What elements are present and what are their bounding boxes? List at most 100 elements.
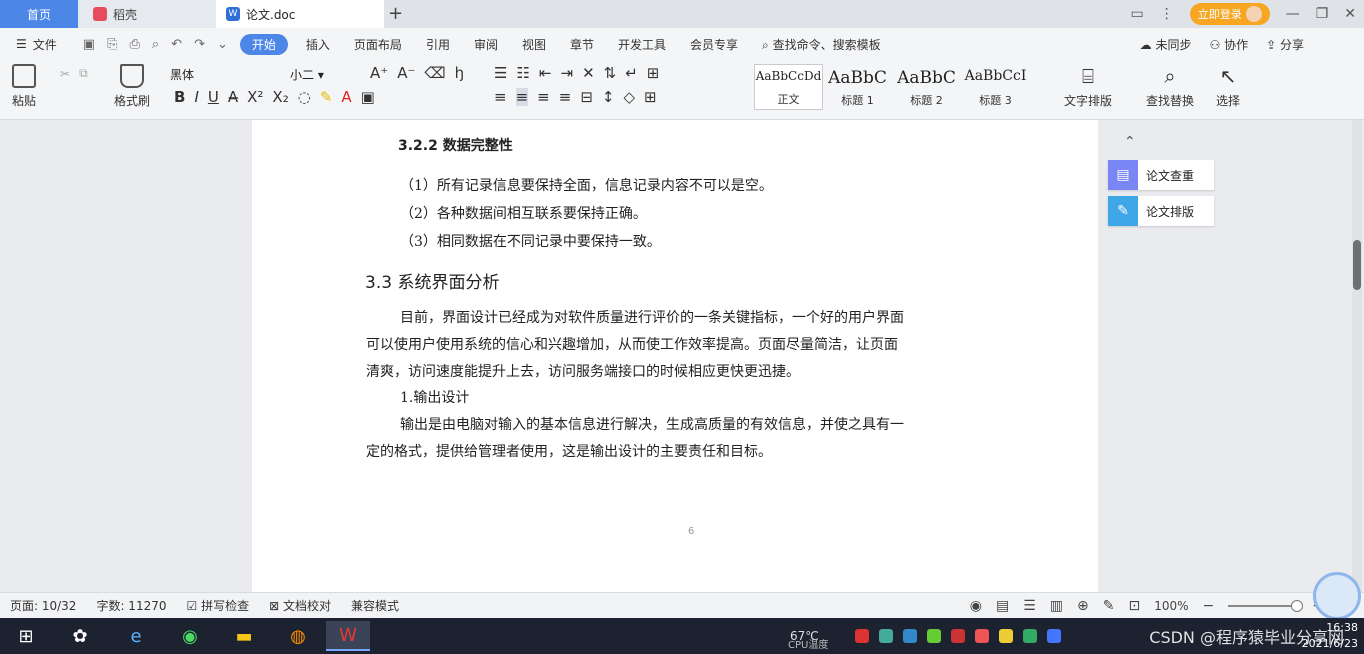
align-center-icon[interactable]: ≡ <box>515 88 529 106</box>
save-icon[interactable]: ▣ <box>83 37 95 52</box>
close-icon[interactable]: ✕ <box>1344 6 1356 22</box>
eye-icon[interactable]: ◉ <box>970 598 982 614</box>
undo-icon[interactable]: ↶ <box>171 37 182 52</box>
print-icon[interactable]: ⎙ <box>129 37 139 52</box>
page-view-icon[interactable]: ▤ <box>996 598 1009 614</box>
style-heading-1[interactable]: AaBbC 标题 1 <box>823 64 892 110</box>
tab-member[interactable]: 会员专享 <box>682 36 746 53</box>
grow-font-icon[interactable]: A⁺ <box>370 64 388 82</box>
zoom-slider-knob[interactable] <box>1291 600 1304 612</box>
borders-icon[interactable]: ⊞ <box>644 88 657 106</box>
login-button[interactable]: 立即登录 <box>1189 3 1270 25</box>
fit-page-icon[interactable]: ⊡ <box>1128 598 1140 614</box>
web-view-icon[interactable]: ⊕ <box>1077 598 1089 614</box>
floating-assistant-button[interactable] <box>1313 572 1361 620</box>
export-pdf-icon[interactable]: ⎘ <box>107 37 117 52</box>
align-left-icon[interactable]: ≡ <box>494 88 507 106</box>
tab-stops-icon[interactable]: ⊞ <box>647 64 660 82</box>
scrollbar-thumb[interactable] <box>1353 240 1361 290</box>
align-right-icon[interactable]: ≡ <box>537 88 550 106</box>
style-normal[interactable]: AaBbCcDd 正文 <box>754 64 823 110</box>
zoom-slider[interactable] <box>1228 600 1304 612</box>
zoom-level[interactable]: 100% <box>1154 599 1188 613</box>
spell-check-button[interactable]: ☑ 拼写检查 <box>177 597 260 614</box>
minimize-icon[interactable]: — <box>1286 6 1300 22</box>
app-icon[interactable]: ✿ <box>58 621 102 651</box>
start-icon[interactable]: ⊞ <box>4 621 48 651</box>
find-replace-button[interactable]: ⌕ 查找替换 <box>1146 64 1194 109</box>
paper-check-button[interactable]: ▤ 论文查重 <box>1108 160 1214 190</box>
indent-icon[interactable]: ⇥ <box>560 64 573 82</box>
clock[interactable]: 16:38 2021/6/23 <box>1302 620 1358 652</box>
outdent-icon[interactable]: ⇤ <box>539 64 552 82</box>
document-page[interactable]: 3.2.2 数据完整性 （1）所有记录信息要保持全面，信息记录内容不可以是空。 … <box>252 120 1098 592</box>
outline-view-icon[interactable]: ☰ <box>1023 598 1036 614</box>
tab-page-layout[interactable]: 页面布局 <box>346 36 410 53</box>
strikethrough-icon[interactable]: A̶ <box>228 88 238 106</box>
new-tab-button[interactable]: + <box>388 3 403 24</box>
text-effect-icon[interactable]: ◌ <box>298 88 311 106</box>
eraser-icon[interactable]: ⌫ <box>424 64 445 82</box>
tab-document[interactable]: W 论文.doc <box>216 0 384 28</box>
tab-docer[interactable]: 稻壳 <box>79 0 216 28</box>
app-icon[interactable]: ◍ <box>276 621 320 651</box>
file-menu[interactable]: ☰ 文件 <box>0 36 71 53</box>
copy-icon[interactable]: ⧉ <box>79 66 88 81</box>
restore-icon[interactable]: ❐ <box>1316 6 1329 22</box>
bullets-icon[interactable]: ☰ <box>494 64 507 82</box>
cut-icon[interactable]: ✂ <box>60 67 70 81</box>
ie-browser-icon[interactable]: e <box>114 621 158 651</box>
tray-app-icon[interactable] <box>998 629 1013 643</box>
font-color-icon[interactable]: A <box>341 88 351 106</box>
shield-icon[interactable] <box>902 629 917 643</box>
italic-icon[interactable]: I <box>194 88 198 106</box>
show-marks-icon[interactable]: ↵ <box>625 64 638 82</box>
tray-app-icon[interactable] <box>974 629 989 643</box>
sync-button[interactable]: ☁ 未同步 <box>1140 36 1192 53</box>
layout-icon[interactable]: ▭ <box>1130 6 1143 22</box>
tray-app-icon[interactable] <box>854 629 869 643</box>
superscript-icon[interactable]: X² <box>247 88 263 106</box>
bluetooth-icon[interactable] <box>1046 629 1061 643</box>
line-spacing-icon[interactable]: ↕ <box>602 88 615 106</box>
select-button[interactable]: ↖ 选择 <box>1216 64 1240 109</box>
tray-app-icon[interactable] <box>950 629 965 643</box>
style-heading-3[interactable]: AaBbCcI 标题 3 <box>961 64 1030 110</box>
font-size-select[interactable]: 小二 ▾ <box>290 66 360 83</box>
sort-icon[interactable]: ⇅ <box>604 64 617 82</box>
collab-button[interactable]: ⚇ 协作 <box>1210 36 1249 53</box>
format-painter-button[interactable]: 格式刷 <box>114 64 150 109</box>
more-icon[interactable]: ⋮ <box>1160 6 1174 22</box>
share-button[interactable]: ⇪ 分享 <box>1266 36 1304 53</box>
word-count[interactable]: 字数: 11270 <box>86 597 176 614</box>
tray-app-icon[interactable] <box>878 629 893 643</box>
paste-button[interactable]: 粘贴 <box>12 64 36 109</box>
chevron-down-icon[interactable]: ⌄ <box>217 37 228 52</box>
vertical-scrollbar[interactable] <box>1352 120 1362 592</box>
phonetic-icon[interactable]: ꜧ <box>455 64 465 82</box>
underline-icon[interactable]: U <box>208 88 219 106</box>
style-heading-2[interactable]: AaBbC 标题 2 <box>892 64 961 110</box>
text-layout-button[interactable]: ⌸ 文字排版 <box>1064 64 1112 109</box>
char-border-icon[interactable]: ▣ <box>361 88 375 106</box>
paper-layout-button[interactable]: ✎ 论文排版 <box>1108 196 1214 226</box>
nvidia-icon[interactable] <box>1022 629 1037 643</box>
subscript-icon[interactable]: X₂ <box>272 88 288 106</box>
tray-app-icon[interactable] <box>926 629 941 643</box>
wps-icon[interactable]: W <box>326 621 370 651</box>
chinese-layout-icon[interactable]: ✕ <box>582 64 595 82</box>
justify-icon[interactable]: ≡ <box>559 88 572 106</box>
tab-references[interactable]: 引用 <box>418 36 458 53</box>
tab-insert[interactable]: 插入 <box>298 36 338 53</box>
proofread-button[interactable]: ⊠ 文档校对 <box>259 597 341 614</box>
zoom-out-icon[interactable]: − <box>1203 598 1215 614</box>
shrink-font-icon[interactable]: A⁻ <box>397 64 415 82</box>
browser-icon[interactable]: ◉ <box>168 621 212 651</box>
highlight-icon[interactable]: ✎ <box>320 88 333 106</box>
preview-icon[interactable]: ⌕ <box>152 37 159 52</box>
collapse-panel-icon[interactable]: ⌃ <box>1124 134 1238 150</box>
reading-view-icon[interactable]: ▥ <box>1050 598 1063 614</box>
tab-developer[interactable]: 开发工具 <box>610 36 674 53</box>
tab-view[interactable]: 视图 <box>514 36 554 53</box>
shading-icon[interactable]: ◇ <box>623 88 635 106</box>
